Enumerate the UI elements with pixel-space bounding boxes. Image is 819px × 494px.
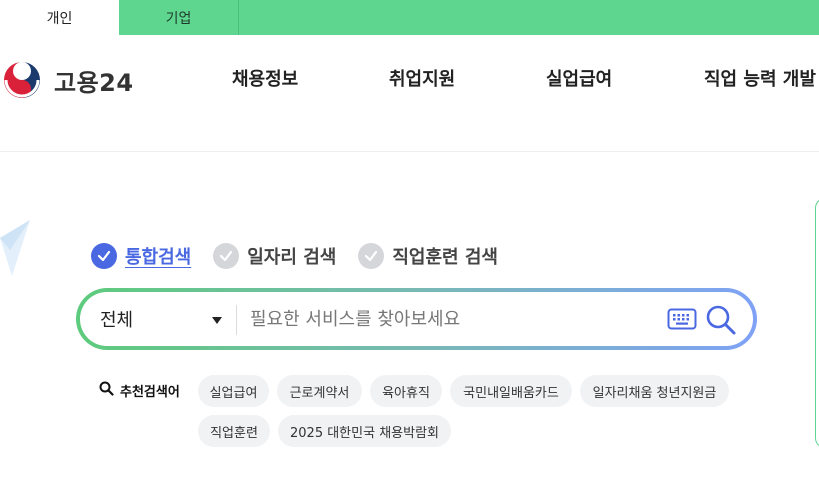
search-scope-select[interactable]: 전체 <box>100 292 230 346</box>
logo-text: 고용24 <box>54 68 134 97</box>
option-integrated-search[interactable]: 통합검색 <box>91 243 191 269</box>
keyboard-icon[interactable] <box>667 308 697 334</box>
search-input[interactable] <box>250 302 650 336</box>
divider <box>236 305 237 335</box>
search-bar-inner: 전체 <box>80 292 753 346</box>
check-circle-icon <box>91 243 117 269</box>
keyword-chip[interactable]: 2025 대한민국 채용박람회 <box>278 415 451 447</box>
nav-vocational-training[interactable]: 직업 능력 개발 <box>704 65 816 91</box>
tab-personal[interactable]: 개인 <box>0 0 119 35</box>
paper-plane-icon <box>0 220 32 284</box>
top-tab-bar: 개인 기업 <box>0 0 819 35</box>
keyword-chip[interactable]: 일자리채움 청년지원금 <box>580 375 729 407</box>
side-panel-card <box>815 198 819 448</box>
taegeuk-logo-icon <box>0 58 44 102</box>
logo[interactable]: 고용24 <box>0 58 134 102</box>
nav-employment-support[interactable]: 취업지원 <box>389 65 455 91</box>
keyword-chip[interactable]: 실업급여 <box>198 375 269 407</box>
option-training-search[interactable]: 직업훈련 검색 <box>358 243 498 269</box>
recommended-keywords-label: 추천검색어 <box>99 381 180 400</box>
nav-job-info[interactable]: 채용정보 <box>232 65 298 91</box>
caret-down-icon[interactable] <box>212 317 222 324</box>
option-job-search[interactable]: 일자리 검색 <box>213 243 336 269</box>
keyword-chip[interactable]: 직업훈련 <box>198 415 270 447</box>
nav-unemployment-benefit[interactable]: 실업급여 <box>546 65 612 91</box>
keyword-chip[interactable]: 근로계약서 <box>277 375 362 407</box>
option-label: 통합검색 <box>125 247 192 268</box>
option-label: 직업훈련 검색 <box>392 247 498 268</box>
search-type-options: 통합검색 일자리 검색 직업훈련 검색 <box>91 243 520 269</box>
check-circle-icon <box>213 243 240 269</box>
option-label: 일자리 검색 <box>247 247 337 268</box>
check-circle-icon <box>358 243 385 269</box>
search-bar: 전체 <box>76 288 757 350</box>
keyword-chip[interactable]: 육아휴직 <box>370 375 442 407</box>
search-icon[interactable] <box>705 304 737 340</box>
tab-business[interactable]: 기업 <box>119 0 239 35</box>
recommended-label-text: 추천검색어 <box>120 385 180 400</box>
search-icon <box>99 381 120 400</box>
keyword-chip[interactable]: 국민내일배움카드 <box>450 375 572 407</box>
